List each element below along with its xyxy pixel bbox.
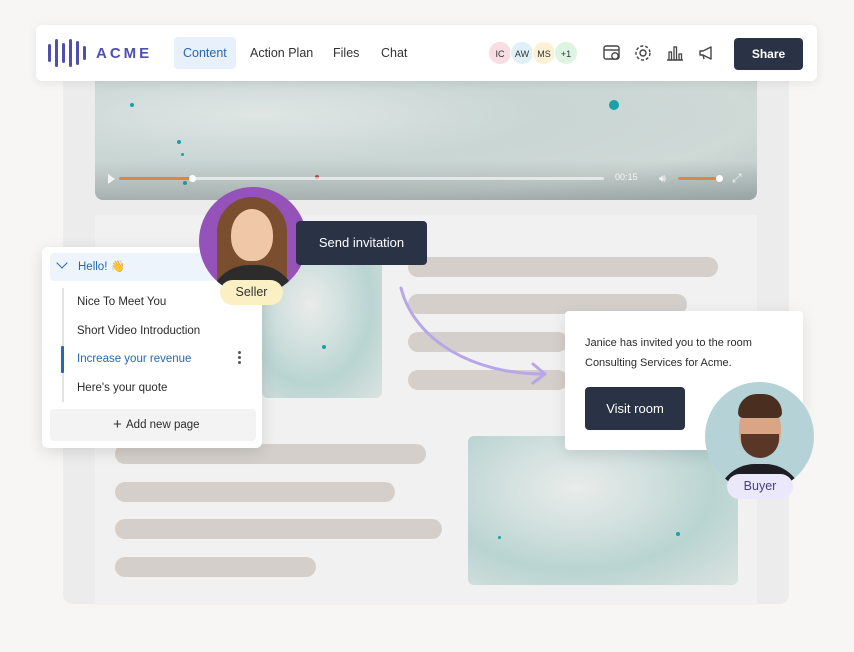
visit-room-button[interactable]: Visit room: [585, 387, 685, 430]
invitation-line-1: Janice has invited you to the room: [585, 337, 752, 349]
acme-logo: ACME: [48, 39, 152, 67]
curved-arrow-icon: [399, 286, 547, 385]
volume-icon[interactable]: 🔊︎: [659, 173, 666, 186]
page-item-heres-your-quote[interactable]: Here's your quote: [77, 382, 167, 394]
video-decoration: [177, 140, 181, 144]
play-icon[interactable]: [108, 174, 115, 184]
placeholder-text-bar: [115, 557, 316, 577]
avatar[interactable]: MS: [532, 41, 556, 65]
placeholder-text-bar: [408, 257, 718, 277]
calendar-clock-icon[interactable]: [602, 43, 622, 63]
share-button[interactable]: Share: [734, 38, 803, 70]
video-decoration: [181, 153, 184, 156]
buyer-tag: Buyer: [727, 474, 793, 499]
add-page-label: Add new page: [126, 419, 200, 431]
seller-tag: Seller: [220, 280, 283, 305]
tab-chat[interactable]: Chat: [372, 37, 416, 69]
pages-tree-line: [62, 288, 64, 402]
invitation-message: Janice has invited you to the room Consu…: [585, 333, 785, 373]
video-progress-fill: [119, 177, 192, 180]
fullscreen-icon[interactable]: ⤢: [732, 171, 742, 186]
volume-knob[interactable]: [716, 175, 723, 182]
bar-chart-icon[interactable]: [665, 43, 685, 63]
section-title: Hello! 👋: [78, 261, 125, 273]
more-options-icon[interactable]: [238, 351, 242, 366]
content-image: [468, 436, 738, 585]
avatar[interactable]: AW: [510, 41, 534, 65]
page-item-short-video-introduction[interactable]: Short Video Introduction: [77, 325, 200, 337]
logo-text: ACME: [96, 44, 153, 62]
placeholder-text-bar: [115, 519, 442, 539]
chevron-down-icon[interactable]: [56, 257, 68, 269]
invitation-line-2: Consulting Services for Acme.: [585, 357, 732, 369]
send-invitation-button[interactable]: Send invitation: [296, 221, 427, 265]
gear-icon[interactable]: [633, 43, 653, 63]
video-time: 00:15: [615, 172, 638, 182]
avatar[interactable]: IC: [488, 41, 512, 65]
seller-avatar: [199, 187, 307, 295]
volume-slider[interactable]: [678, 177, 716, 180]
megaphone-icon[interactable]: [697, 43, 717, 63]
top-navbar: ACME Content Action Plan Files Chat IC A…: [36, 25, 817, 81]
video-decoration: [130, 103, 134, 107]
page-item-nice-to-meet-you[interactable]: Nice To Meet You: [77, 296, 166, 308]
video-player[interactable]: 00:15 🔊︎ ⤢: [95, 78, 757, 200]
video-controls: 00:15 🔊︎ ⤢: [95, 171, 757, 186]
tab-files[interactable]: Files: [324, 37, 368, 69]
add-new-page-button[interactable]: + Add new page: [50, 409, 256, 441]
plus-icon: +: [113, 416, 122, 433]
video-decoration: [609, 100, 619, 110]
tab-content[interactable]: Content: [174, 37, 236, 69]
avatar-more-count[interactable]: +1: [554, 41, 578, 65]
logo-bars-icon: [48, 39, 86, 67]
video-progress-knob[interactable]: [189, 175, 196, 182]
tab-action-plan[interactable]: Action Plan: [241, 37, 322, 69]
page-item-increase-your-revenue[interactable]: Increase your revenue: [77, 353, 191, 365]
active-page-indicator: [61, 346, 64, 373]
participant-avatars[interactable]: IC AW MS +1: [488, 41, 578, 65]
placeholder-text-bar: [115, 482, 395, 502]
